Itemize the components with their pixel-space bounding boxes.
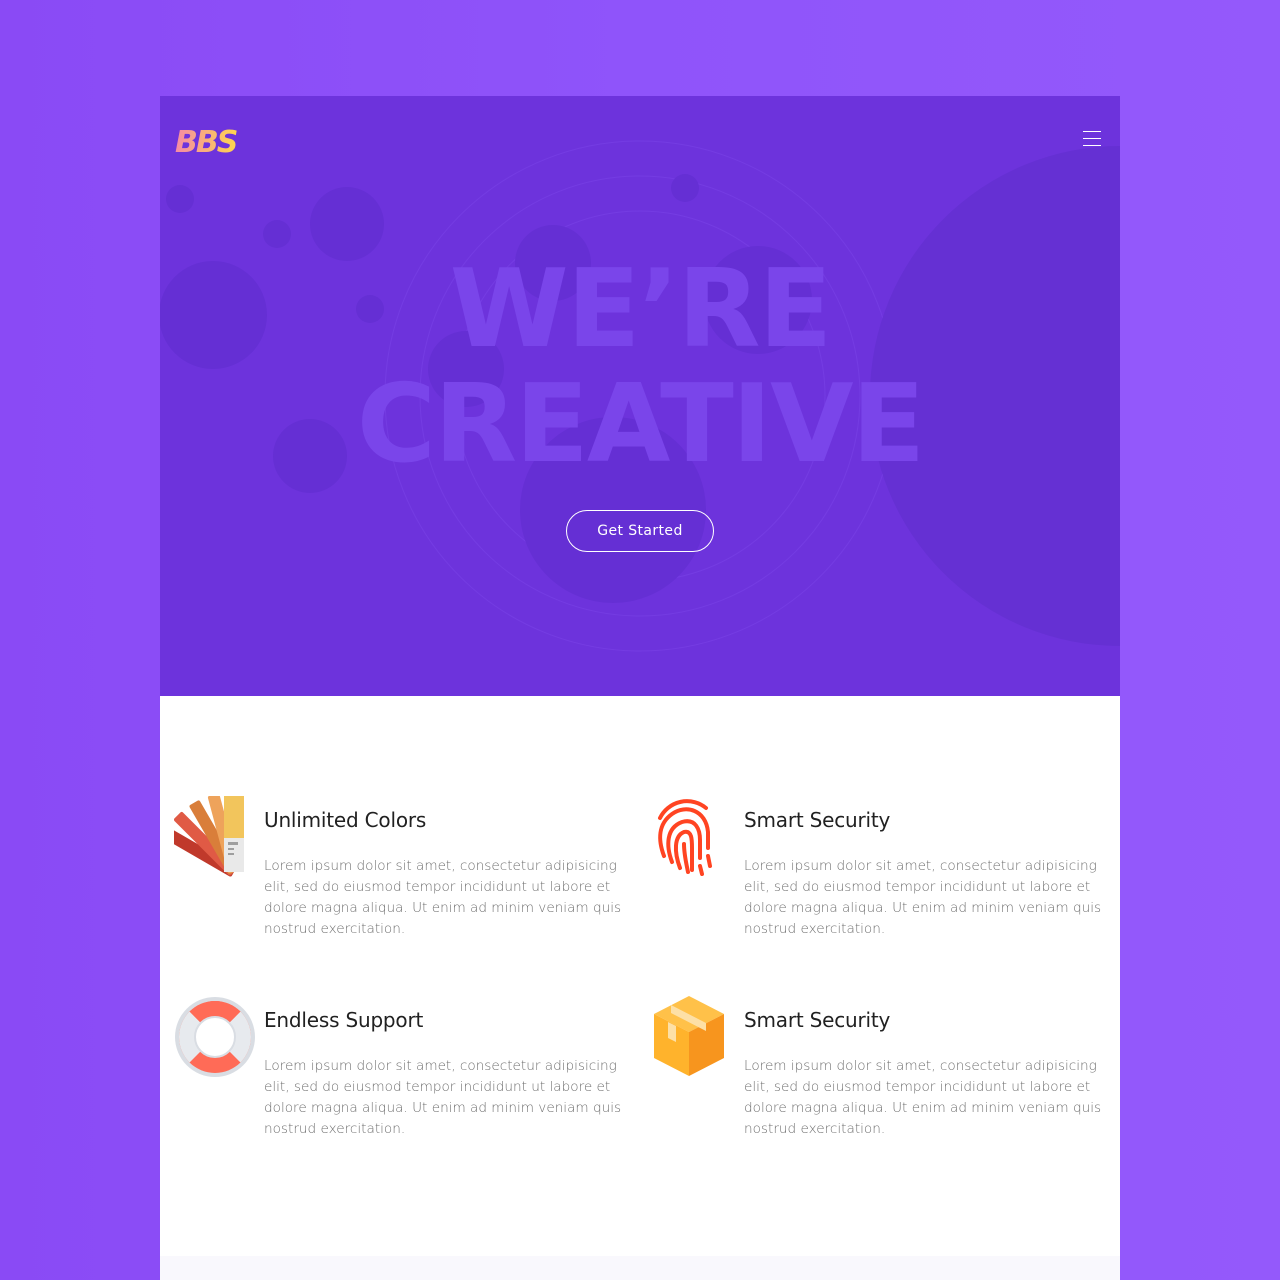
feature-description: Lorem ipsum dolor sit amet, consectetur … [744,858,1102,937]
feature-description: Lorem ipsum dolor sit amet, consectetur … [264,1058,622,1137]
lifebuoy-icon [175,997,255,1077]
hero-title: WE’RE CREATIVE [160,252,1120,482]
feature-title: Endless Support [264,1008,424,1032]
feature-description: Lorem ipsum dolor sit amet, consectetur … [264,858,622,937]
feature-card: Smart Security Lorem ipsum dolor sit ame… [654,796,1114,956]
feature-title: Unlimited Colors [264,808,427,832]
hero-section: BBS WE’RE CREATIVE Get Started [160,96,1120,696]
hero-title-line-1: WE’RE [449,247,833,372]
hero-title-line-2: CREATIVE [356,362,926,487]
package-box-icon [654,996,724,1076]
bbs-logo[interactable]: BBS [174,126,266,156]
hamburger-menu-icon[interactable] [1080,130,1104,148]
feature-card: Unlimited Colors Lorem ipsum dolor sit a… [174,796,634,956]
feature-title: Smart Security [744,1008,891,1032]
svg-text:BBS: BBS [175,126,237,156]
color-swatch-fan-icon [174,796,244,877]
next-section-strip [160,1256,1120,1280]
feature-description: Lorem ipsum dolor sit amet, consectetur … [744,1058,1102,1137]
get-started-button[interactable]: Get Started [566,510,714,552]
features-section: Unlimited Colors Lorem ipsum dolor sit a… [160,696,1120,1256]
feature-title: Smart Security [744,808,891,832]
page-container: BBS WE’RE CREATIVE Get Started Unlimited… [160,96,1120,1280]
feature-card: Endless Support Lorem ipsum dolor sit am… [174,996,634,1156]
fingerprint-icon [658,799,712,876]
feature-card: Smart Security Lorem ipsum dolor sit ame… [654,996,1114,1156]
